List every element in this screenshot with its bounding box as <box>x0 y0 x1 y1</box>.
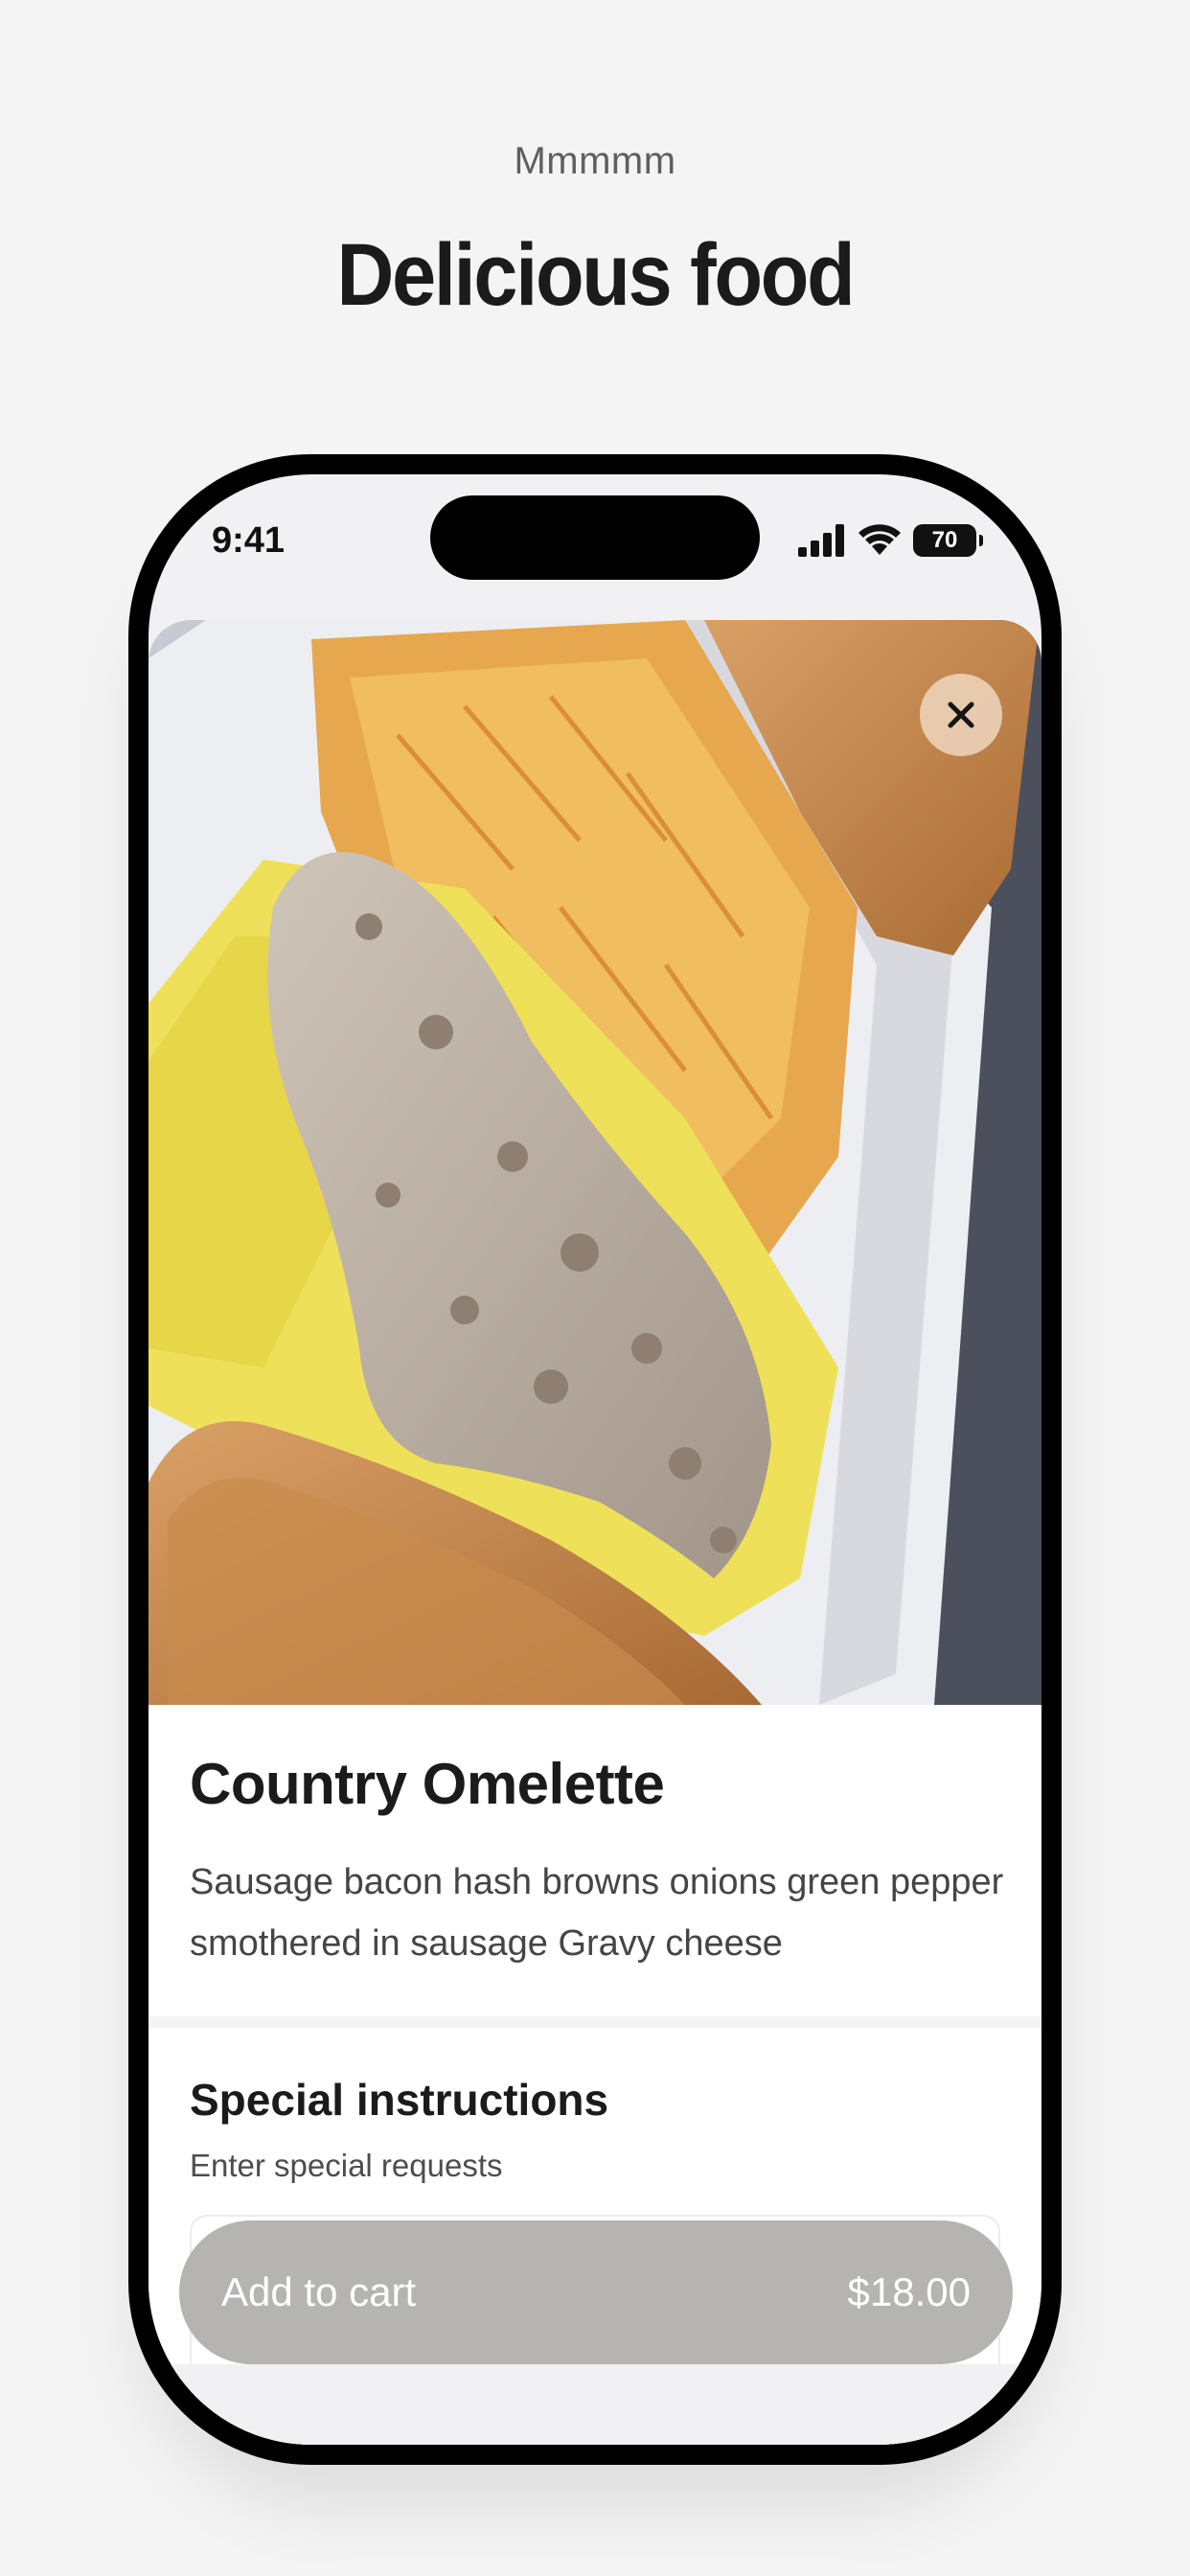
signal-icon <box>798 524 844 557</box>
close-button[interactable] <box>920 674 1002 756</box>
special-instructions-hint: Enter special requests <box>190 2148 503 2183</box>
add-to-cart-label: Add to cart <box>221 2269 417 2314</box>
status-time: 9:41 <box>212 520 286 561</box>
battery-icon: 70 <box>913 524 983 557</box>
item-title: Country Omelette <box>190 1752 665 1816</box>
food-photo <box>149 620 1041 1705</box>
promo-title: Delicious food <box>336 226 856 324</box>
wifi-icon <box>858 524 901 555</box>
home-indicator-area <box>149 2364 1041 2445</box>
phone-screen: 9:41 70 Country Omelette Sausage bacon h… <box>149 474 1041 2445</box>
item-detail-sheet: Country Omelette Sausage bacon hash brow… <box>149 620 1041 2445</box>
section-divider <box>149 2016 1041 2028</box>
close-icon <box>948 702 974 728</box>
promo-eyebrow: Mmmmm <box>514 140 676 182</box>
special-instructions-title: Special instructions <box>190 2075 609 2125</box>
add-to-cart-button[interactable]: Add to cart $18.00 <box>179 2220 1013 2364</box>
add-to-cart-price: $18.00 <box>847 2269 971 2314</box>
item-description: Sausage bacon hash browns onions green p… <box>190 1862 1004 1964</box>
dynamic-island <box>430 495 760 580</box>
status-icons: 70 <box>798 524 983 557</box>
phone-frame: 9:41 70 Country Omelette Sausage bacon h… <box>128 454 1062 2465</box>
